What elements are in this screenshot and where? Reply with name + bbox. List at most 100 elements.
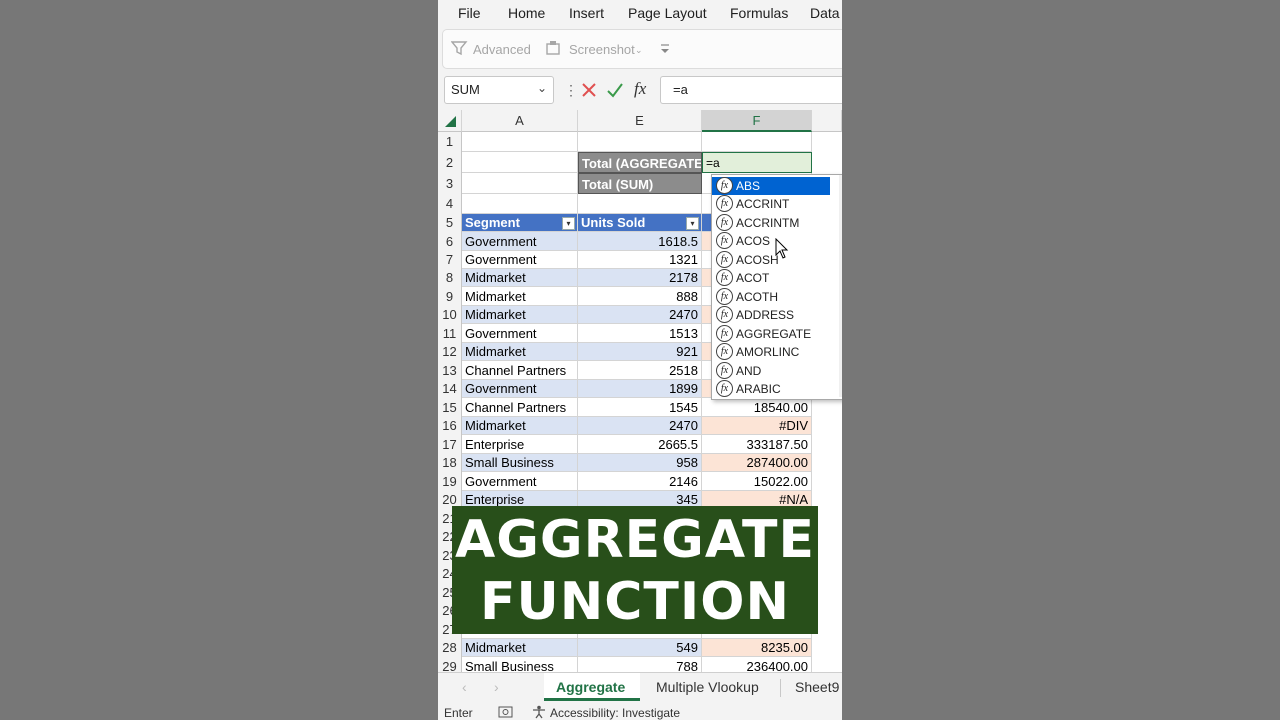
table-cell-segment[interactable]: Midmarket xyxy=(462,287,578,306)
row-number[interactable]: 11 xyxy=(438,324,462,343)
table-cell-units[interactable]: 1321 xyxy=(578,251,702,269)
table-cell-segment[interactable]: Government xyxy=(462,324,578,343)
table-cell-units[interactable]: 549 xyxy=(578,639,702,657)
cell[interactable] xyxy=(462,132,578,152)
table-cell-units[interactable]: 2178 xyxy=(578,269,702,287)
row-number[interactable]: 8 xyxy=(438,269,462,287)
table-cell-units[interactable]: 1513 xyxy=(578,324,702,343)
row-number[interactable]: 13 xyxy=(438,361,462,380)
scroll-tabs-left-icon[interactable]: ‹ xyxy=(462,679,467,695)
cell[interactable] xyxy=(462,152,578,173)
row-number[interactable]: 3 xyxy=(438,173,462,194)
table-cell-segment[interactable]: Enterprise xyxy=(462,435,578,454)
table-cell-segment[interactable]: Channel Partners xyxy=(462,361,578,380)
filter-dropdown-icon[interactable]: ▾ xyxy=(686,217,699,230)
table-cell-segment[interactable]: Midmarket xyxy=(462,306,578,324)
cell[interactable] xyxy=(578,132,702,152)
menu-insert[interactable]: Insert xyxy=(569,5,604,21)
row-number[interactable]: 19 xyxy=(438,472,462,491)
tab-aggregate-active[interactable]: Aggregate xyxy=(544,673,640,701)
table-cell-f[interactable]: 333187.50 xyxy=(702,435,812,454)
autocomplete-item[interactable]: fx ARABIC xyxy=(712,380,830,398)
row-number[interactable]: 7 xyxy=(438,251,462,269)
row-number[interactable]: 6 xyxy=(438,232,462,251)
table-cell-units[interactable]: 2470 xyxy=(578,306,702,324)
cell[interactable] xyxy=(462,173,578,194)
macro-record-icon[interactable] xyxy=(498,706,514,718)
menu-data[interactable]: Data xyxy=(810,5,840,21)
autocomplete-item[interactable]: fx ACOSH xyxy=(712,251,830,269)
table-cell-units[interactable]: 1545 xyxy=(578,398,702,417)
table-cell-units[interactable]: 1899 xyxy=(578,380,702,398)
name-box[interactable]: SUM ⌄ xyxy=(444,76,554,104)
tab-sheet9[interactable]: Sheet9 xyxy=(795,679,839,695)
chevron-down-icon[interactable]: ⌄ xyxy=(537,81,547,95)
table-cell-f[interactable]: 287400.00 xyxy=(702,454,812,472)
autocomplete-item-selected[interactable]: fx ABS xyxy=(712,177,830,195)
row-number[interactable]: 4 xyxy=(438,194,462,214)
autocomplete-item[interactable]: fx ACOS xyxy=(712,232,830,250)
row-number[interactable]: 28 xyxy=(438,639,462,657)
menu-page-layout[interactable]: Page Layout xyxy=(628,5,707,21)
table-cell-units[interactable]: 921 xyxy=(578,343,702,361)
formula-input[interactable]: =a xyxy=(660,76,842,104)
select-all-corner[interactable] xyxy=(438,110,462,132)
column-header-g[interactable] xyxy=(812,110,842,132)
autocomplete-scrollbar[interactable] xyxy=(839,175,842,397)
autocomplete-item[interactable]: fx ACOTH xyxy=(712,288,830,306)
row-number[interactable]: 18 xyxy=(438,454,462,472)
column-header-f[interactable]: F xyxy=(702,110,812,132)
table-cell-segment[interactable]: Midmarket xyxy=(462,417,578,435)
table-cell-units[interactable]: 2470 xyxy=(578,417,702,435)
table-cell-segment[interactable]: Government xyxy=(462,380,578,398)
menu-formulas[interactable]: Formulas xyxy=(730,5,788,21)
row-number[interactable]: 12 xyxy=(438,343,462,361)
advanced-button[interactable]: Advanced xyxy=(473,42,531,57)
row-number[interactable]: 5 xyxy=(438,214,462,232)
scroll-tabs-right-icon[interactable]: › xyxy=(494,679,499,695)
menu-home[interactable]: Home xyxy=(508,5,545,21)
table-cell-f[interactable]: 8235.00 xyxy=(702,639,812,657)
table-cell-segment[interactable]: Midmarket xyxy=(462,269,578,287)
table-cell-units[interactable]: 958 xyxy=(578,454,702,472)
cell[interactable] xyxy=(702,132,812,152)
autocomplete-item[interactable]: fx ACCRINTM xyxy=(712,214,830,232)
table-cell-segment[interactable]: Channel Partners xyxy=(462,398,578,417)
row-number[interactable]: 16 xyxy=(438,417,462,435)
row-number[interactable]: 2 xyxy=(438,152,462,173)
screenshot-button[interactable]: Screenshot xyxy=(569,42,635,57)
table-cell-segment[interactable]: Government xyxy=(462,251,578,269)
accessibility-status[interactable]: Accessibility: Investigate xyxy=(550,706,680,720)
table-cell-f[interactable]: 15022.00 xyxy=(702,472,812,491)
table-cell-units[interactable]: 888 xyxy=(578,287,702,306)
table-cell-units[interactable]: 2518 xyxy=(578,361,702,380)
table-cell-f[interactable]: #DIV xyxy=(702,417,812,435)
filter-dropdown-icon[interactable]: ▾ xyxy=(562,217,575,230)
tab-multiple-vlookup[interactable]: Multiple Vlookup xyxy=(656,679,759,695)
table-cell-segment[interactable]: Midmarket xyxy=(462,639,578,657)
autocomplete-item[interactable]: fx ACCRINT xyxy=(712,195,830,213)
table-cell-segment[interactable]: Small Business xyxy=(462,454,578,472)
table-cell-units[interactable]: 1618.5 xyxy=(578,232,702,251)
cancel-icon[interactable] xyxy=(581,82,597,98)
cell[interactable] xyxy=(578,194,702,214)
menu-file[interactable]: File xyxy=(458,5,481,21)
chevron-down-icon[interactable]: ⌄ xyxy=(635,45,643,56)
active-cell-f2[interactable]: =a xyxy=(702,152,812,173)
customize-toolbar-icon[interactable] xyxy=(659,43,671,55)
table-cell-segment[interactable]: Government xyxy=(462,232,578,251)
cell[interactable] xyxy=(462,194,578,214)
table-cell-units[interactable]: 2146 xyxy=(578,472,702,491)
column-header-a[interactable]: A xyxy=(462,110,578,132)
table-cell-segment[interactable]: Midmarket xyxy=(462,343,578,361)
insert-function-icon[interactable]: fx xyxy=(634,79,646,99)
table-cell-f[interactable]: 18540.00 xyxy=(702,398,812,417)
table-cell-segment[interactable]: Government xyxy=(462,472,578,491)
autocomplete-item[interactable]: fx AND xyxy=(712,362,830,380)
autocomplete-item[interactable]: fx AGGREGATE xyxy=(712,325,830,343)
enter-check-icon[interactable] xyxy=(606,82,624,98)
function-autocomplete-list[interactable]: fx ABS fx ACCRINT fx ACCRINTM fx ACOS fx ACOSH fx A… xyxy=(711,174,842,400)
column-header-e[interactable]: E xyxy=(578,110,702,132)
row-number[interactable]: 17 xyxy=(438,435,462,454)
row-number[interactable]: 1 xyxy=(438,132,462,152)
